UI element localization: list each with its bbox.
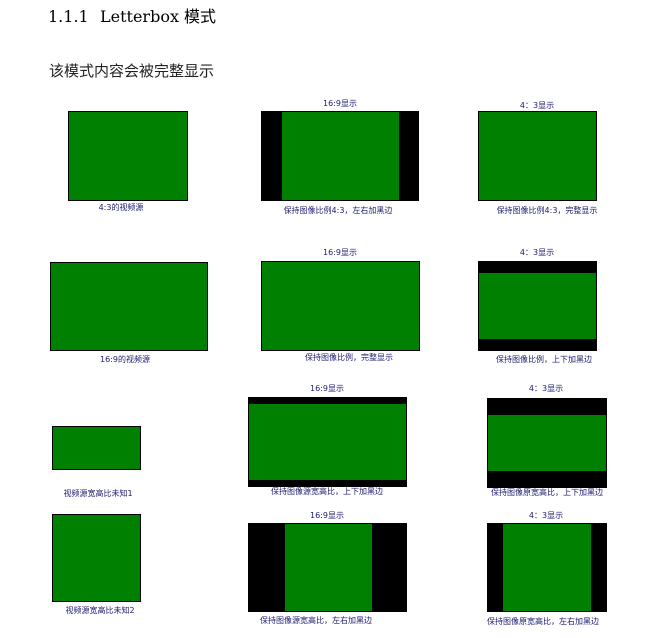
row3-169-caption: 保持图像源宽高比，上下加黑边 — [271, 487, 383, 496]
row2-43-display — [478, 261, 597, 351]
row3-169-title: 16:9显示 — [310, 384, 344, 393]
row4-43-title: 4：3显示 — [528, 511, 564, 520]
row4-169-content — [285, 524, 372, 611]
row2-43-caption: 保持图像比例，上下加黑边 — [496, 355, 592, 364]
row2-43-content — [479, 273, 596, 339]
row2-43-title: 4：3显示 — [519, 248, 555, 257]
row1-169-content — [282, 112, 399, 200]
row1-43-title: 4：3显示 — [519, 101, 555, 110]
row3-43-caption: 保持图像原宽高比，上下加黑边 — [491, 488, 603, 497]
row1-169-display — [261, 111, 419, 201]
row1-source-caption: 4:3的视频源 — [98, 203, 144, 212]
source-16-9-video — [50, 262, 208, 351]
row3-169-content — [249, 404, 406, 480]
row4-169-display — [248, 523, 407, 612]
row2-source-caption: 16:9的视频源 — [100, 355, 150, 364]
row2-169-title: 16:9显示 — [323, 248, 357, 257]
row3-source-caption: 视频源宽高比未知1 — [63, 489, 133, 498]
source-4-3-video — [68, 111, 188, 201]
row4-43-content — [503, 524, 591, 611]
row1-43-display — [478, 111, 597, 201]
mode-description: 该模式内容会被完整显示 — [49, 62, 215, 80]
row3-43-display — [487, 398, 607, 488]
row4-169-title: 16:9显示 — [310, 511, 344, 520]
row2-169-caption: 保持图像比例，完整显示 — [305, 353, 393, 362]
row3-43-title: 4：3显示 — [528, 384, 564, 393]
row1-43-caption: 保持图像比例4:3，完整显示 — [496, 206, 598, 215]
row4-169-caption: 保持图像源宽高比，左右加黑边 — [260, 616, 372, 625]
source-unknown-2-video — [52, 514, 141, 602]
row4-43-caption: 保持图像原宽高比，左右加黑边 — [487, 617, 599, 626]
row2-169-display — [261, 261, 420, 351]
row4-43-display — [487, 523, 607, 612]
section-heading: 1.1.1 Letterbox 模式 — [48, 3, 216, 27]
row4-source-caption: 视频源宽高比未知2 — [65, 606, 135, 615]
section-title: Letterbox 模式 — [100, 7, 217, 26]
row1-169-title: 16:9显示 — [323, 99, 357, 108]
row3-43-content — [488, 415, 606, 471]
section-number: 1.1.1 — [48, 7, 89, 26]
row3-169-display — [248, 397, 407, 487]
source-unknown-1-video — [52, 426, 141, 470]
row1-169-caption: 保持图像比例4:3，左右加黑边 — [283, 206, 393, 215]
